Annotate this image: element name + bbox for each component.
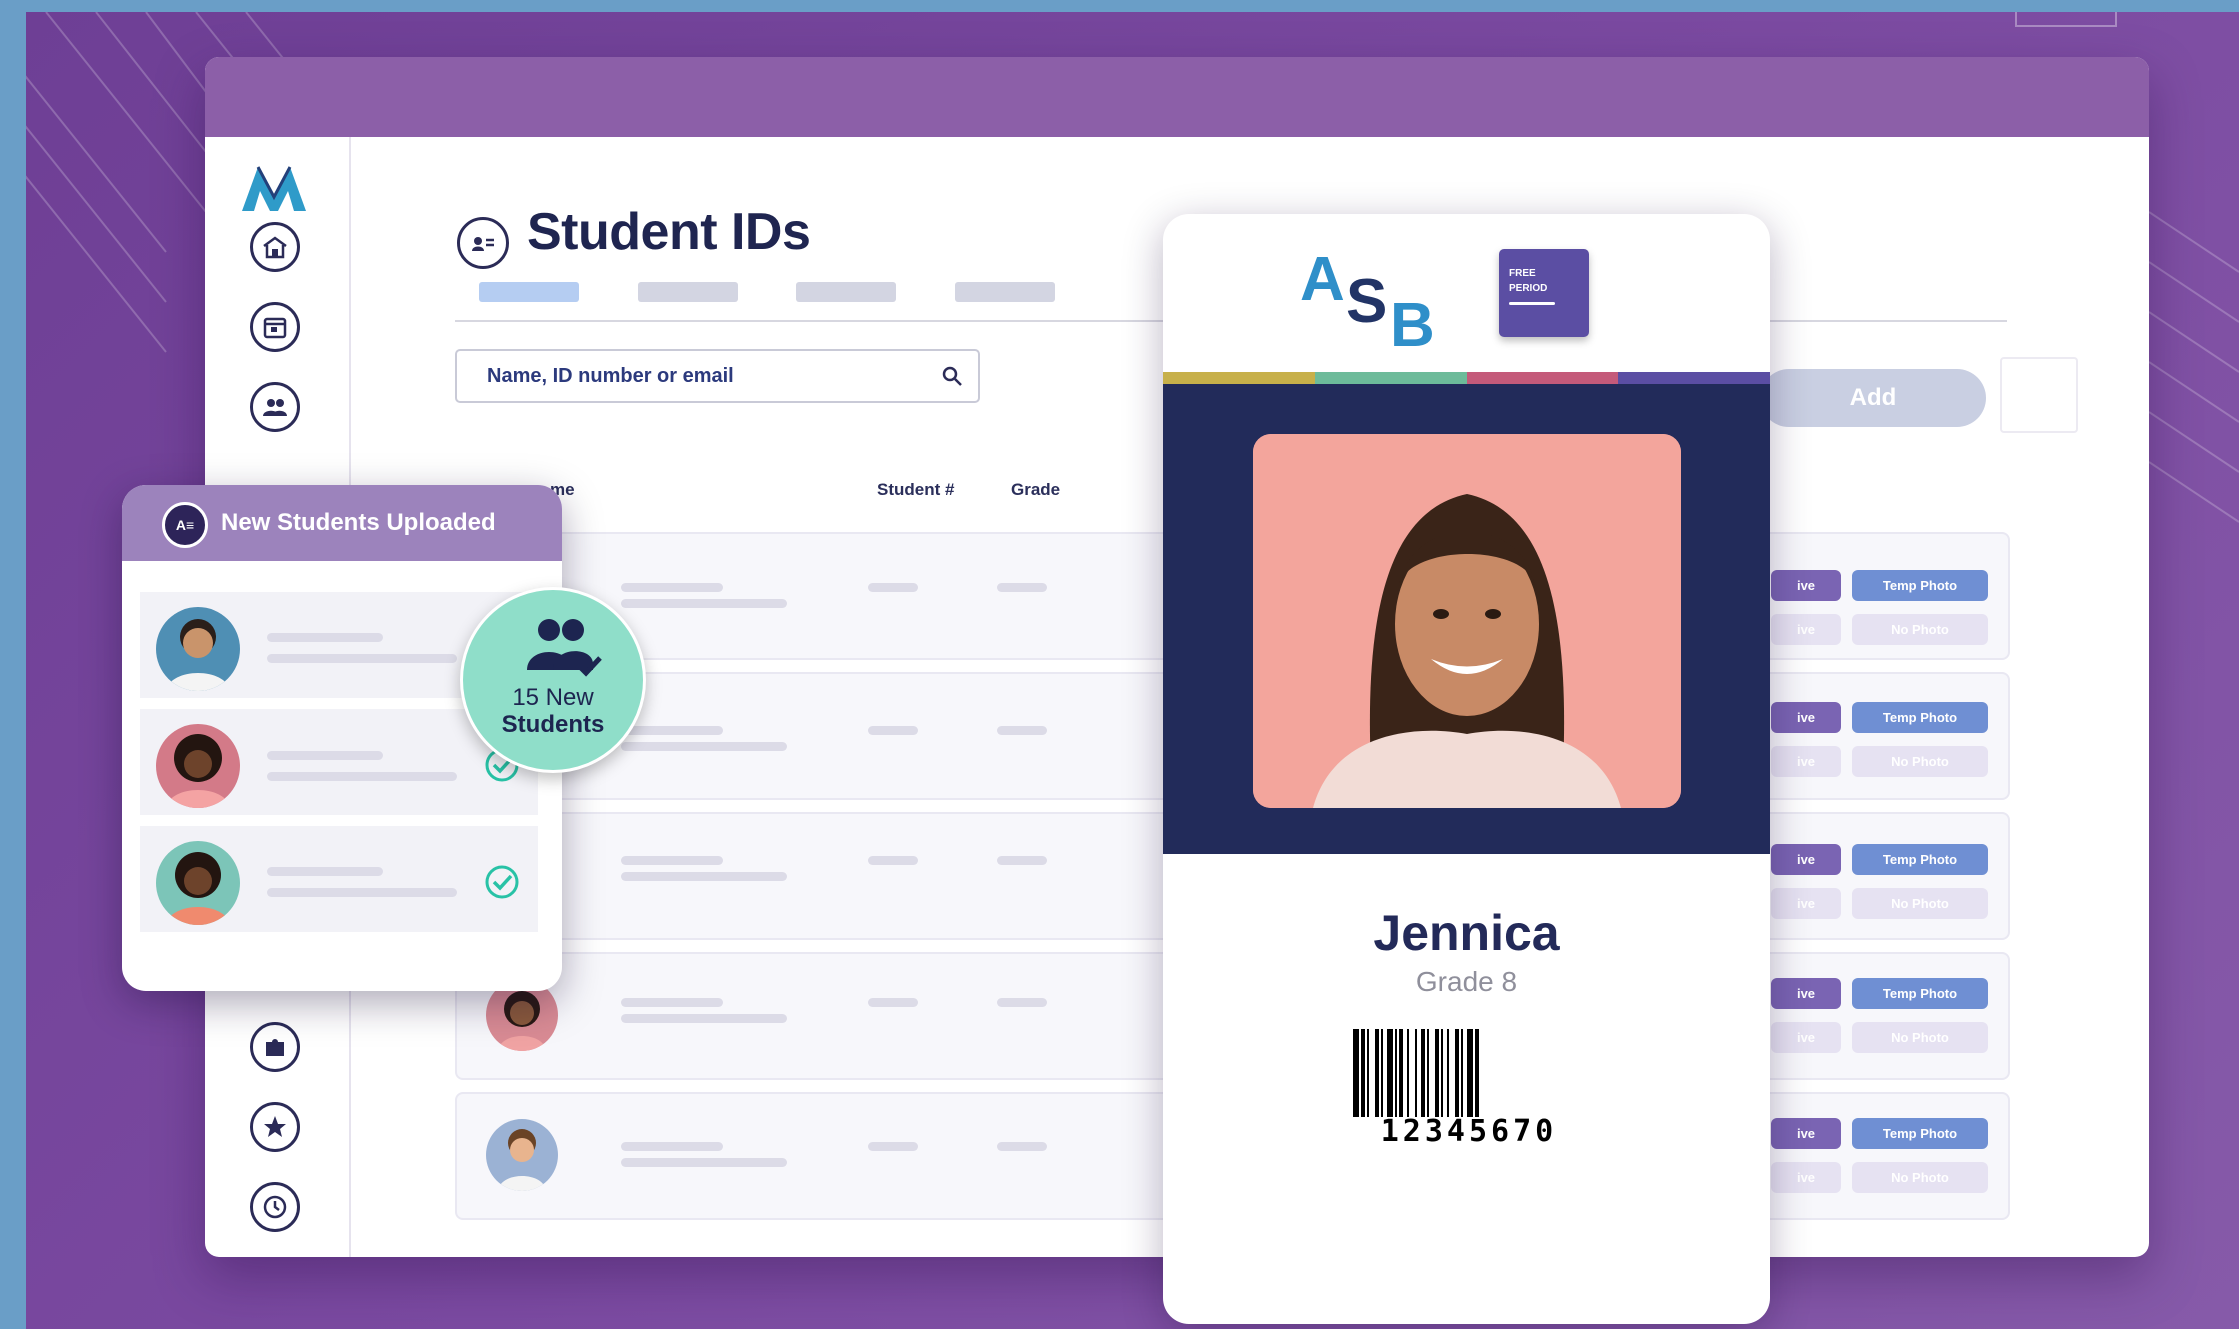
barcode-number: 12345670 xyxy=(1380,1114,1558,1149)
check-icon xyxy=(485,865,519,899)
app-logo[interactable] xyxy=(240,161,310,213)
status-chip[interactable]: ive xyxy=(1771,702,1841,733)
barcode-bar xyxy=(1441,1029,1443,1117)
svg-text:S: S xyxy=(1346,267,1387,336)
no-photo-chip[interactable]: No Photo xyxy=(1852,614,1988,645)
users-icon[interactable] xyxy=(250,382,300,432)
search-placeholder: Name, ID number or email xyxy=(487,364,734,387)
temp-photo-chip[interactable]: Temp Photo xyxy=(1852,978,1988,1009)
barcode-bar xyxy=(1447,1029,1449,1117)
background-stage: Student IDs Name, ID number or email Add… xyxy=(26,12,2239,1329)
tab-2[interactable] xyxy=(638,282,738,302)
avatar xyxy=(156,841,240,925)
temp-photo-chip[interactable]: Temp Photo xyxy=(1852,570,1988,601)
puzzle-icon[interactable] xyxy=(250,1022,300,1072)
panel-header: A≡ New Students Uploaded xyxy=(122,485,562,561)
column-header-grade[interactable]: Grade xyxy=(1011,480,1060,500)
barcode-bar xyxy=(1387,1029,1393,1117)
status-chip[interactable]: ive xyxy=(1771,978,1841,1009)
free-period-tag: FREE PERIOD xyxy=(1499,249,1589,337)
tab-1[interactable] xyxy=(479,282,579,302)
school-icon[interactable] xyxy=(250,222,300,272)
search-icon[interactable] xyxy=(940,364,964,388)
tag-line-1: FREE xyxy=(1509,268,1536,279)
barcode-bar xyxy=(1461,1029,1463,1117)
column-header-student-number[interactable]: Student # xyxy=(877,480,954,500)
student-grade: Grade 8 xyxy=(1415,966,1518,997)
status-chip-alt[interactable]: ive xyxy=(1771,1022,1841,1053)
id-card-icon xyxy=(457,217,509,269)
status-chip[interactable]: ive xyxy=(1771,1118,1841,1149)
no-photo-chip[interactable]: No Photo xyxy=(1852,1162,1988,1193)
avatar xyxy=(156,607,240,691)
barcode-bar xyxy=(1367,1029,1369,1117)
star-icon[interactable] xyxy=(250,1102,300,1152)
barcode-bar xyxy=(1475,1029,1479,1117)
student-name: Jennica xyxy=(1373,905,1560,961)
add-button[interactable]: Add xyxy=(1760,369,1986,427)
status-chip-alt[interactable]: ive xyxy=(1771,614,1841,645)
no-photo-chip[interactable]: No Photo xyxy=(1852,746,1988,777)
status-chip-alt[interactable]: ive xyxy=(1771,888,1841,919)
badge-count: 15 New xyxy=(512,684,594,711)
status-chip[interactable]: ive xyxy=(1771,570,1841,601)
panel-title: New Students Uploaded xyxy=(221,509,496,536)
no-photo-chip[interactable]: No Photo xyxy=(1852,888,1988,919)
barcode-bar xyxy=(1421,1029,1425,1117)
student-photo xyxy=(1253,434,1681,808)
tab-4[interactable] xyxy=(955,282,1055,302)
page-title: Student IDs xyxy=(527,203,811,261)
users-check-icon xyxy=(527,619,602,677)
clock-icon[interactable] xyxy=(250,1182,300,1232)
student-id-card: A S B FREE PERIOD Jennica Grade 8 123456… xyxy=(1163,214,1770,1324)
extra-button[interactable] xyxy=(2000,357,2078,433)
status-chip-alt[interactable]: ive xyxy=(1771,1162,1841,1193)
svg-text:A: A xyxy=(1300,245,1345,314)
no-photo-chip[interactable]: No Photo xyxy=(1852,1022,1988,1053)
svg-text:B: B xyxy=(1390,291,1435,352)
avatar xyxy=(486,1119,558,1191)
barcode-bar xyxy=(1415,1029,1417,1117)
barcode-bar xyxy=(1455,1029,1459,1117)
barcode-bar xyxy=(1427,1029,1429,1117)
barcode-bar xyxy=(1395,1029,1397,1117)
barcode-bar xyxy=(1399,1029,1403,1117)
temp-photo-chip[interactable]: Temp Photo xyxy=(1852,844,1988,875)
uploaded-student-row[interactable] xyxy=(140,826,538,932)
status-chip[interactable]: ive xyxy=(1771,844,1841,875)
new-students-badge: 15 New Students xyxy=(460,587,646,773)
barcode-bar xyxy=(1353,1029,1359,1117)
color-stripes xyxy=(1163,372,1770,384)
temp-photo-chip[interactable]: Temp Photo xyxy=(1852,1118,1988,1149)
badge-label: Students xyxy=(501,711,605,738)
status-chip-alt[interactable]: ive xyxy=(1771,746,1841,777)
calendar-icon[interactable] xyxy=(250,302,300,352)
id-card-icon: A≡ xyxy=(162,502,208,548)
temp-photo-chip[interactable]: Temp Photo xyxy=(1852,702,1988,733)
barcode-bar xyxy=(1435,1029,1439,1117)
avatar xyxy=(156,724,240,808)
barcode xyxy=(1353,1029,1479,1117)
barcode-bar xyxy=(1361,1029,1365,1117)
barcode-bar xyxy=(1381,1029,1383,1117)
barcode-bar xyxy=(1467,1029,1473,1117)
barcode-bar xyxy=(1407,1029,1409,1117)
tag-line-2: PERIOD xyxy=(1509,283,1548,294)
search-input[interactable]: Name, ID number or email xyxy=(455,349,980,403)
school-logo: A S B xyxy=(1300,245,1435,352)
tab-3[interactable] xyxy=(796,282,896,302)
barcode-bar xyxy=(1375,1029,1379,1117)
app-top-bar xyxy=(205,57,2149,137)
